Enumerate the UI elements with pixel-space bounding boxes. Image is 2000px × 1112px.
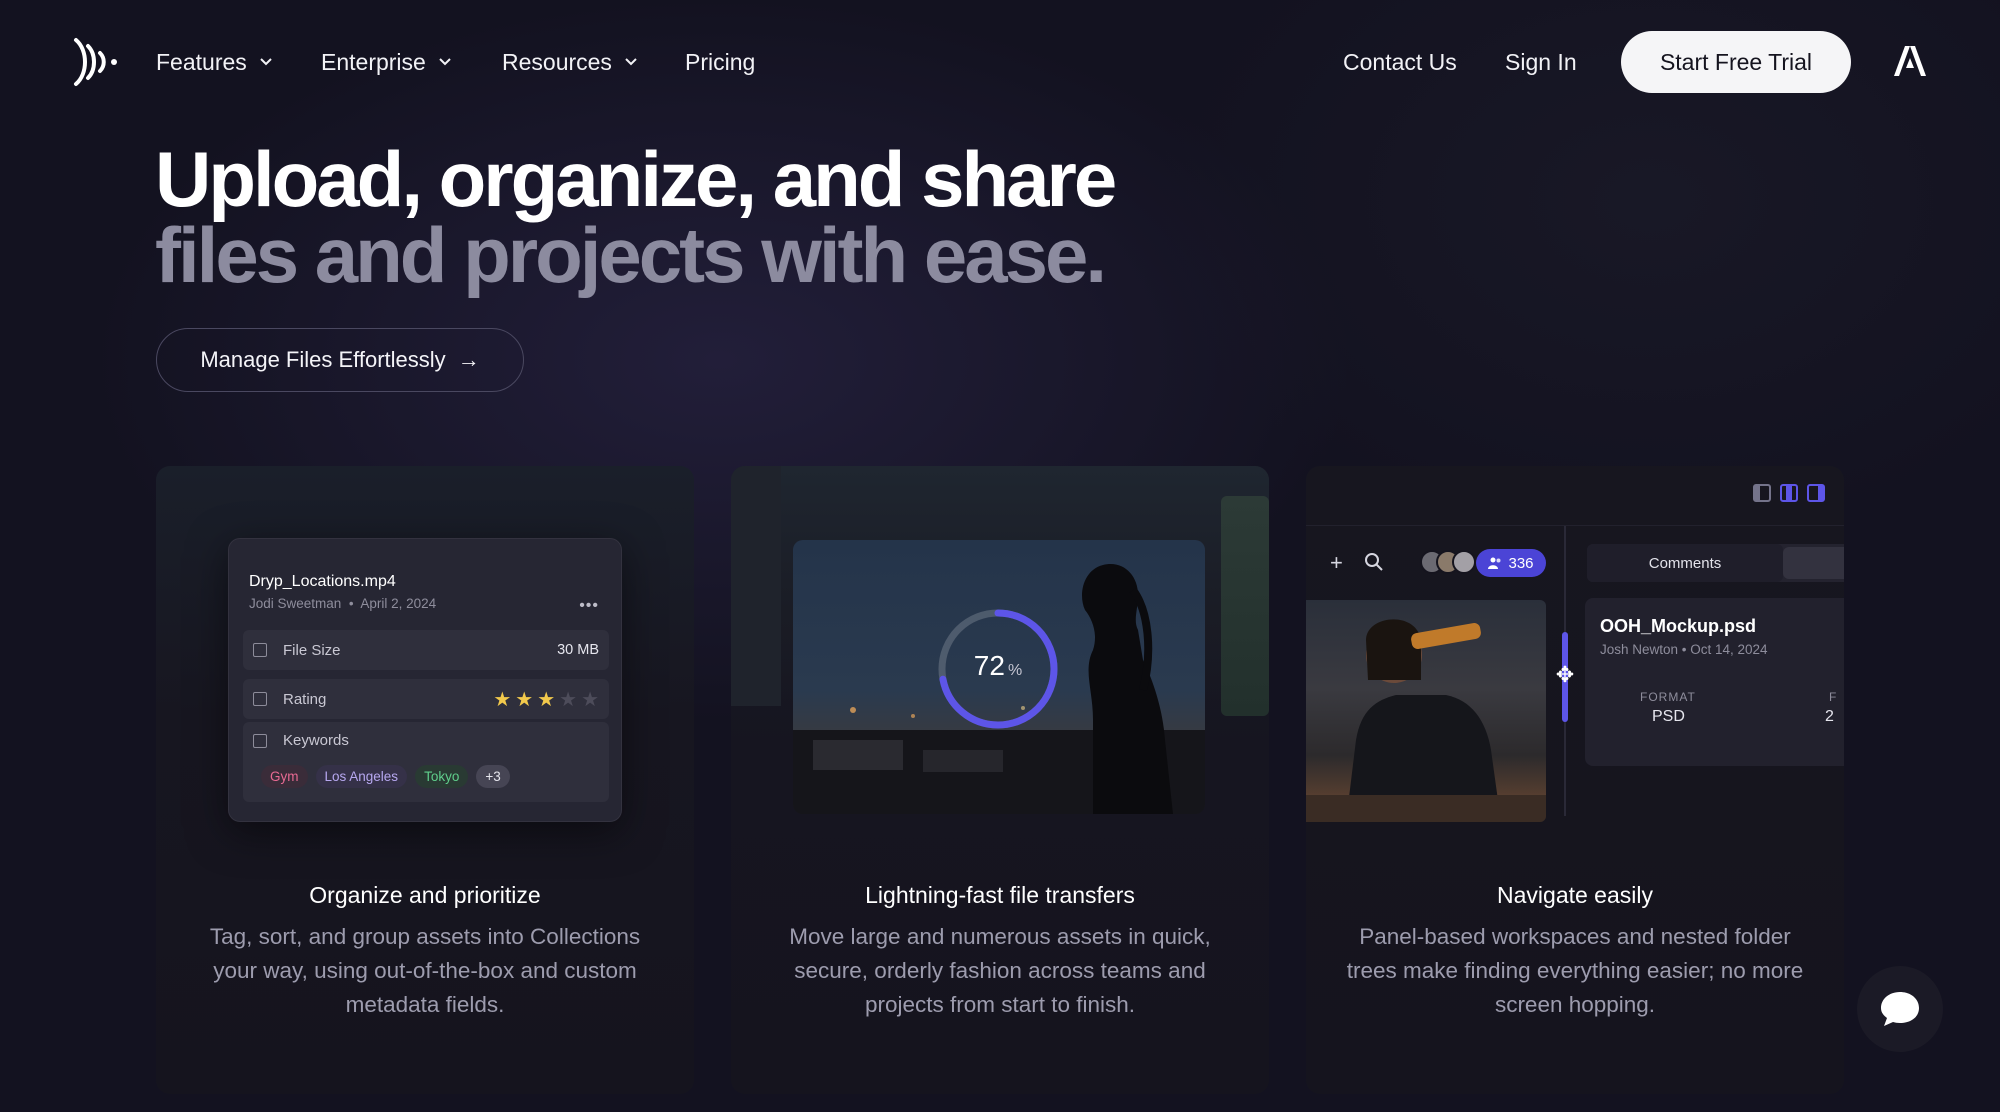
feature-card-transfers: 72% Lightning-fast file transfers Move l… — [731, 466, 1269, 1094]
top-nav: Features Enterprise Resources Pricing Co… — [0, 0, 2000, 124]
nav-enterprise-label: Enterprise — [321, 48, 426, 75]
nav-enterprise[interactable]: Enterprise — [321, 44, 452, 80]
background-image-edge — [731, 466, 781, 706]
collaborator-avatars[interactable] — [1420, 550, 1476, 574]
file-meta: Josh Newton • Oct 14, 2024 — [1600, 642, 1768, 657]
layout-switcher — [1753, 484, 1825, 502]
truncated-value: 2 — [1825, 708, 1834, 725]
progress-readout: 72% — [934, 650, 1062, 682]
thumbnail-image — [1306, 619, 1546, 822]
hero-heading-line1: Upload, organize, and share — [155, 135, 1117, 223]
start-free-trial-button[interactable]: Start Free Trial — [1621, 31, 1851, 93]
card-title: Organize and prioritize — [309, 882, 541, 908]
search-icon[interactable] — [1364, 552, 1384, 572]
file-meta: Jodi Sweetman • April 2, 2024 — [249, 596, 436, 611]
nav-features-label: Features — [156, 48, 247, 75]
nav-features[interactable]: Features — [156, 44, 273, 80]
chevron-down-icon — [439, 58, 451, 66]
arrow-right-icon: → — [457, 347, 480, 372]
nav-pricing-label: Pricing — [685, 48, 756, 75]
nav-resources-label: Resources — [502, 48, 612, 75]
resize-cursor-icon: ✥ — [1555, 662, 1575, 687]
chat-bubble-icon — [1881, 992, 1919, 1026]
keywords-icon — [253, 733, 267, 748]
star-empty-icon[interactable]: ★ — [559, 687, 577, 712]
avatar — [1452, 550, 1476, 574]
card-title: Lightning-fast file transfers — [865, 882, 1135, 908]
filesize-row: File Size 30 MB — [243, 630, 609, 670]
rating-stars[interactable]: ★ ★ ★ ★ ★ — [493, 687, 599, 712]
layout-left-panel-icon[interactable] — [1753, 484, 1771, 502]
keywords-label: Keywords — [283, 732, 349, 749]
nav-signin-label: Sign In — [1505, 48, 1577, 75]
keyword-chips: Gym Los Angeles Tokyo +3 — [261, 765, 510, 788]
layout-right-panel-icon[interactable] — [1807, 484, 1825, 502]
keyword-chip[interactable]: Los Angeles — [315, 765, 408, 788]
card-title: Navigate easily — [1497, 882, 1653, 908]
nav-signin[interactable]: Sign In — [1505, 44, 1577, 80]
nav-contact[interactable]: Contact Us — [1343, 44, 1457, 80]
keyword-chip[interactable]: Tokyo — [415, 765, 469, 788]
background-image-edge — [1221, 496, 1269, 716]
users-icon — [1488, 557, 1501, 569]
format-value: PSD — [1652, 708, 1685, 725]
star-empty-icon[interactable]: ★ — [581, 687, 599, 712]
file-name: Dryp_Locations.mp4 — [249, 573, 396, 590]
asset-thumbnail[interactable] — [1306, 600, 1546, 822]
more-options-icon[interactable]: ••• — [579, 597, 599, 615]
feature-card-organize: Dryp_Locations.mp4 Jodi Sweetman • April… — [156, 466, 694, 1094]
frameio-logo[interactable] — [72, 36, 124, 88]
collaborator-count-badge[interactable]: 336 — [1476, 549, 1546, 577]
star-filled-icon[interactable]: ★ — [537, 687, 555, 712]
file-author: Jodi Sweetman — [249, 596, 342, 611]
keyword-chip[interactable]: Gym — [261, 765, 308, 788]
progress-unit: % — [1007, 662, 1023, 679]
rating-row: Rating ★ ★ ★ ★ ★ — [243, 679, 609, 719]
filesize-label: File Size — [283, 641, 341, 659]
tab-other[interactable] — [1783, 547, 1844, 579]
panel-tabs: Comments — [1587, 544, 1844, 582]
truncated-label: F — [1829, 690, 1837, 704]
nav-resources[interactable]: Resources — [502, 44, 638, 80]
format-label: FORMAT — [1640, 690, 1696, 704]
plus-icon[interactable]: + — [1330, 550, 1343, 576]
manage-files-button[interactable]: Manage Files Effortlessly → — [156, 328, 524, 392]
workspace-header — [1306, 466, 1844, 526]
rating-icon — [253, 692, 267, 706]
tab-comments[interactable]: Comments — [1587, 544, 1783, 582]
nav-pricing[interactable]: Pricing — [685, 44, 755, 80]
rating-label: Rating — [283, 690, 327, 708]
chevron-down-icon — [260, 58, 272, 66]
transfer-photo: 72% — [793, 540, 1205, 814]
chevron-down-icon — [625, 58, 637, 66]
progress-value: 72 — [973, 650, 1005, 681]
file-metadata-panel: Dryp_Locations.mp4 Jodi Sweetman • April… — [228, 538, 622, 822]
chat-button[interactable] — [1857, 966, 1943, 1052]
filesize-value: 30 MB — [557, 642, 599, 658]
nav-contact-label: Contact Us — [1343, 48, 1457, 75]
star-filled-icon[interactable]: ★ — [493, 687, 511, 712]
file-date: April 2, 2024 — [360, 596, 437, 611]
meta-separator: • — [348, 596, 354, 611]
layout-center-panel-icon[interactable] — [1780, 484, 1798, 502]
card-description: Tag, sort, and group assets into Collect… — [209, 924, 641, 1017]
adobe-logo-icon[interactable] — [1894, 46, 1926, 76]
star-filled-icon[interactable]: ★ — [515, 687, 533, 712]
manage-files-label: Manage Files Effortlessly — [200, 347, 446, 372]
hero-heading-line2: files and projects with ease. — [155, 211, 1107, 299]
card-description: Panel-based workspaces and nested folder… — [1346, 924, 1804, 1017]
file-name: OOH_Mockup.psd — [1600, 616, 1757, 636]
keywords-row: Keywords Gym Los Angeles Tokyo +3 — [243, 722, 609, 802]
file-info-panel: OOH_Mockup.psd Josh Newton • Oct 14, 202… — [1585, 598, 1844, 766]
collaborator-count: 336 — [1508, 554, 1534, 572]
filesize-icon — [253, 643, 267, 657]
card-description: Move large and numerous assets in quick,… — [789, 924, 1211, 1017]
feature-card-navigate: + 336 ✥ Comments OOH_Mockup.psd Josh New… — [1306, 466, 1844, 1094]
keyword-more-chip[interactable]: +3 — [476, 765, 510, 788]
